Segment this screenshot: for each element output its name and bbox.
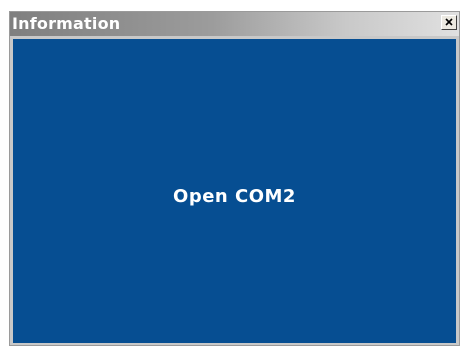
message-panel: Open COM2 bbox=[13, 39, 456, 343]
message-text: Open COM2 bbox=[173, 186, 296, 207]
close-button[interactable] bbox=[441, 15, 457, 30]
close-icon bbox=[445, 18, 453, 26]
information-dialog: Information Open COM2 bbox=[9, 11, 460, 346]
title-bar[interactable]: Information bbox=[10, 12, 459, 36]
window-title: Information bbox=[12, 14, 121, 33]
